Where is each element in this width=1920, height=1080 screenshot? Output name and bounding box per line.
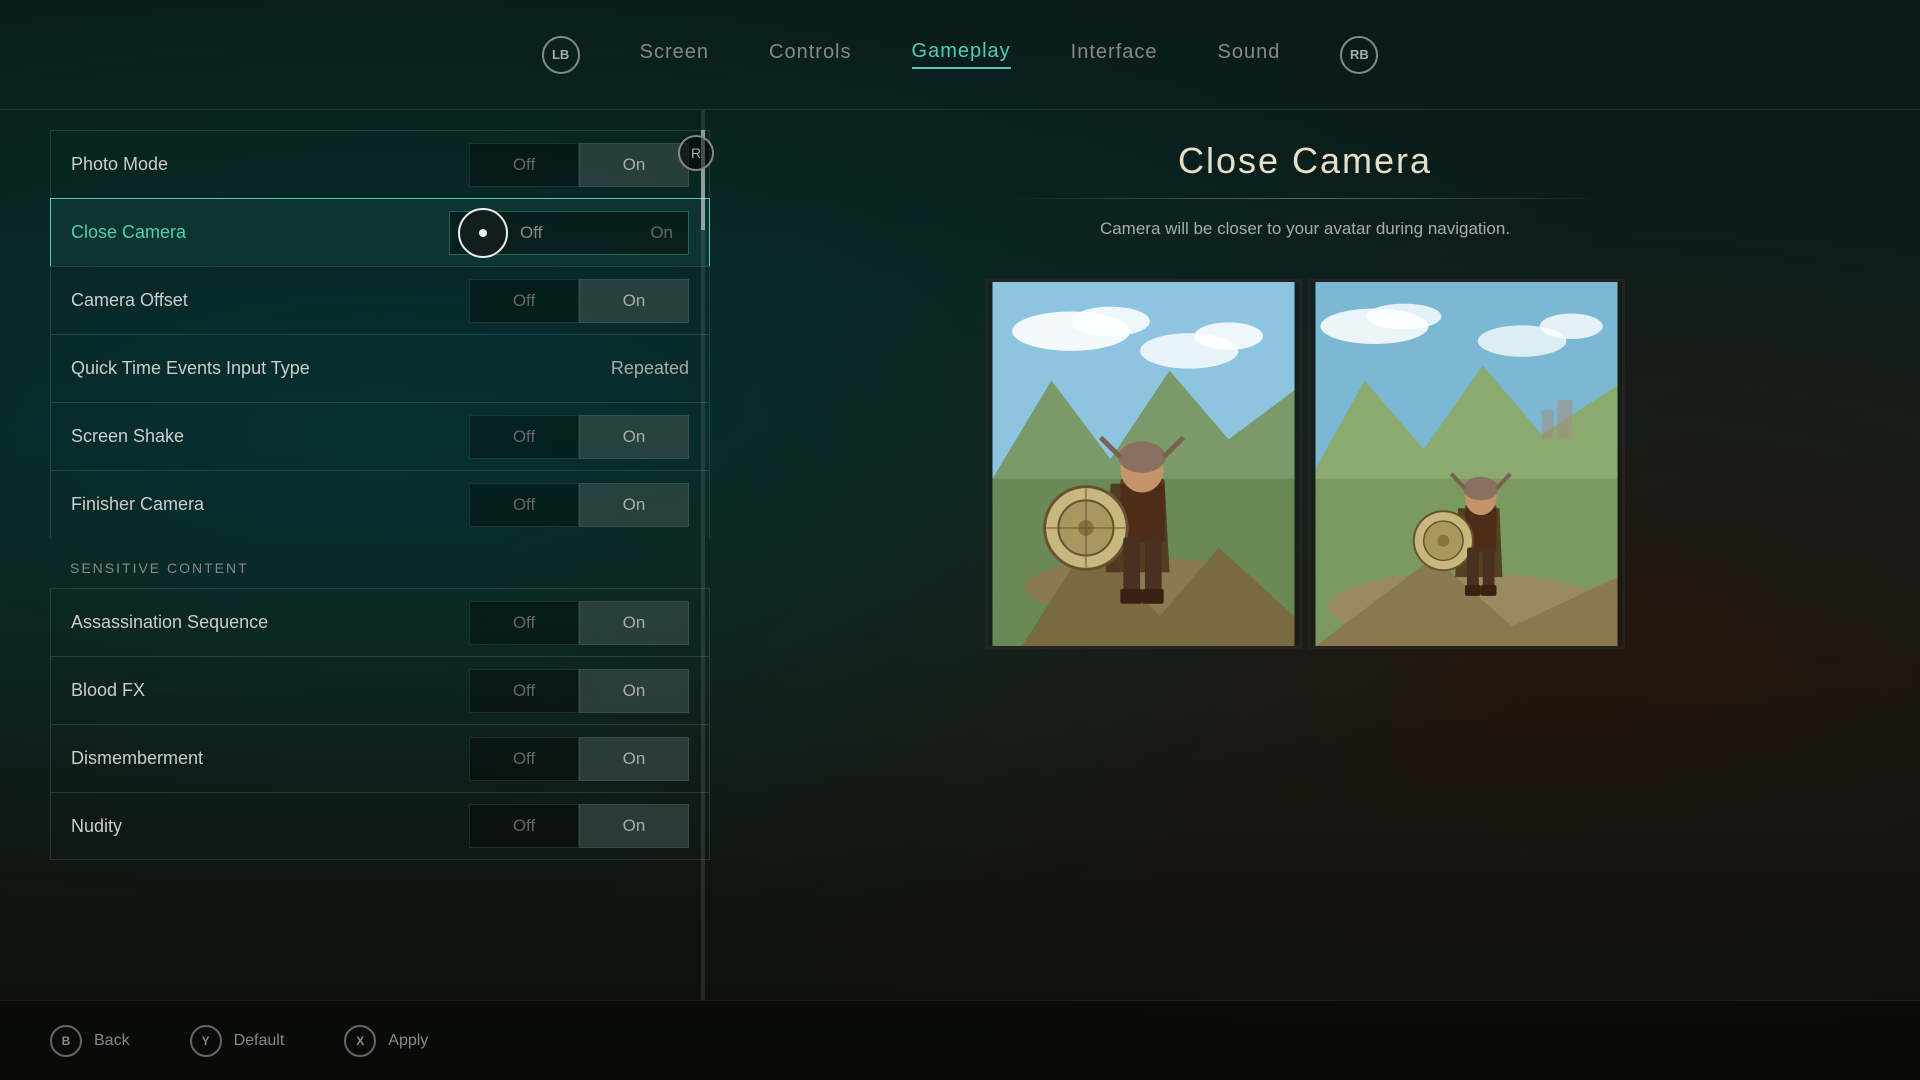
screen-shake-on[interactable]: On: [579, 415, 689, 459]
close-camera-label: Close Camera: [71, 222, 449, 243]
setting-assassination[interactable]: Assassination Sequence Off On: [50, 588, 710, 656]
nudity-on[interactable]: On: [579, 804, 689, 848]
photo-mode-toggle[interactable]: Off On: [469, 143, 689, 187]
scrollbar[interactable]: [700, 110, 706, 1000]
assassination-off[interactable]: Off: [469, 601, 579, 645]
setting-qte[interactable]: Quick Time Events Input Type Repeated: [50, 334, 710, 402]
tab-interface[interactable]: Interface: [1071, 41, 1158, 68]
finisher-camera-on[interactable]: On: [579, 483, 689, 527]
setting-close-camera[interactable]: Close Camera Off On: [50, 198, 710, 266]
back-label: Back: [94, 1032, 130, 1050]
default-label: Default: [234, 1032, 285, 1050]
nudity-toggle[interactable]: Off On: [469, 804, 689, 848]
detail-divider: [1005, 198, 1605, 199]
photo-mode-label: Photo Mode: [71, 154, 469, 175]
camera-offset-toggle[interactable]: Off On: [469, 279, 689, 323]
sensitive-content-header: SENSITIVE CONTENT: [50, 538, 710, 588]
apply-label: Apply: [388, 1032, 428, 1050]
photo-mode-on[interactable]: On: [579, 143, 689, 187]
finisher-camera-toggle[interactable]: Off On: [469, 483, 689, 527]
dismemberment-off[interactable]: Off: [469, 737, 579, 781]
qte-value: Repeated: [611, 358, 689, 379]
tab-controls[interactable]: Controls: [769, 41, 851, 68]
preview-image-close: [985, 279, 1302, 649]
slider-thumb: [458, 208, 508, 258]
slider-track: Off On: [449, 211, 689, 255]
setting-photo-mode[interactable]: Photo Mode Off On: [50, 130, 710, 198]
slider-thumb-dot: [479, 229, 487, 237]
finisher-camera-label: Finisher Camera: [71, 494, 469, 515]
screen-shake-off[interactable]: Off: [469, 415, 579, 459]
tab-gameplay[interactable]: Gameplay: [912, 40, 1011, 69]
x-icon: X: [344, 1025, 376, 1057]
blood-fx-on[interactable]: On: [579, 669, 689, 713]
preview-image-far: [1308, 279, 1625, 649]
b-icon: B: [50, 1025, 82, 1057]
camera-offset-off[interactable]: Off: [469, 279, 579, 323]
back-button[interactable]: B Back: [50, 1025, 130, 1057]
setting-finisher-camera[interactable]: Finisher Camera Off On: [50, 470, 710, 538]
apply-button[interactable]: X Apply: [344, 1025, 428, 1057]
assassination-label: Assassination Sequence: [71, 612, 469, 633]
rb-button[interactable]: RB: [1340, 36, 1378, 74]
photo-mode-off[interactable]: Off: [469, 143, 579, 187]
dismemberment-toggle[interactable]: Off On: [469, 737, 689, 781]
screen-shake-toggle[interactable]: Off On: [469, 415, 689, 459]
preview-container: [985, 279, 1625, 649]
setting-screen-shake[interactable]: Screen Shake Off On: [50, 402, 710, 470]
nudity-label: Nudity: [71, 816, 469, 837]
bottom-bar: B Back Y Default X Apply: [0, 1000, 1920, 1080]
setting-nudity[interactable]: Nudity Off On: [50, 792, 710, 860]
close-camera-slider[interactable]: Off On: [449, 211, 689, 255]
blood-fx-toggle[interactable]: Off On: [469, 669, 689, 713]
camera-offset-on[interactable]: On: [579, 279, 689, 323]
default-button[interactable]: Y Default: [190, 1025, 285, 1057]
setting-blood-fx[interactable]: Blood FX Off On: [50, 656, 710, 724]
tab-sound[interactable]: Sound: [1218, 41, 1281, 68]
detail-panel: Close Camera Camera will be closer to yo…: [720, 110, 1890, 1000]
y-icon: Y: [190, 1025, 222, 1057]
blood-fx-label: Blood FX: [71, 680, 469, 701]
setting-camera-offset[interactable]: Camera Offset Off On: [50, 266, 710, 334]
detail-description: Camera will be closer to your avatar dur…: [1100, 219, 1510, 239]
dismemberment-label: Dismemberment: [71, 748, 469, 769]
finisher-camera-off[interactable]: Off: [469, 483, 579, 527]
scroll-track: [701, 110, 705, 1000]
settings-panel: Photo Mode Off On Close Camera Off On C: [50, 110, 710, 1000]
nudity-off[interactable]: Off: [469, 804, 579, 848]
assassination-on[interactable]: On: [579, 601, 689, 645]
settings-list: Photo Mode Off On Close Camera Off On C: [50, 130, 710, 860]
close-camera-on: On: [650, 223, 673, 243]
screen-shake-label: Screen Shake: [71, 426, 469, 447]
tab-screen[interactable]: Screen: [640, 41, 709, 68]
qte-label: Quick Time Events Input Type: [71, 358, 611, 379]
lb-button[interactable]: LB: [542, 36, 580, 74]
blood-fx-off[interactable]: Off: [469, 669, 579, 713]
close-camera-off: Off: [520, 223, 542, 243]
top-navigation: LB Screen Controls Gameplay Interface So…: [0, 0, 1920, 110]
camera-offset-label: Camera Offset: [71, 290, 469, 311]
assassination-toggle[interactable]: Off On: [469, 601, 689, 645]
setting-dismemberment[interactable]: Dismemberment Off On: [50, 724, 710, 792]
dismemberment-on[interactable]: On: [579, 737, 689, 781]
detail-title: Close Camera: [1178, 140, 1432, 182]
r-icon: R: [678, 135, 714, 171]
